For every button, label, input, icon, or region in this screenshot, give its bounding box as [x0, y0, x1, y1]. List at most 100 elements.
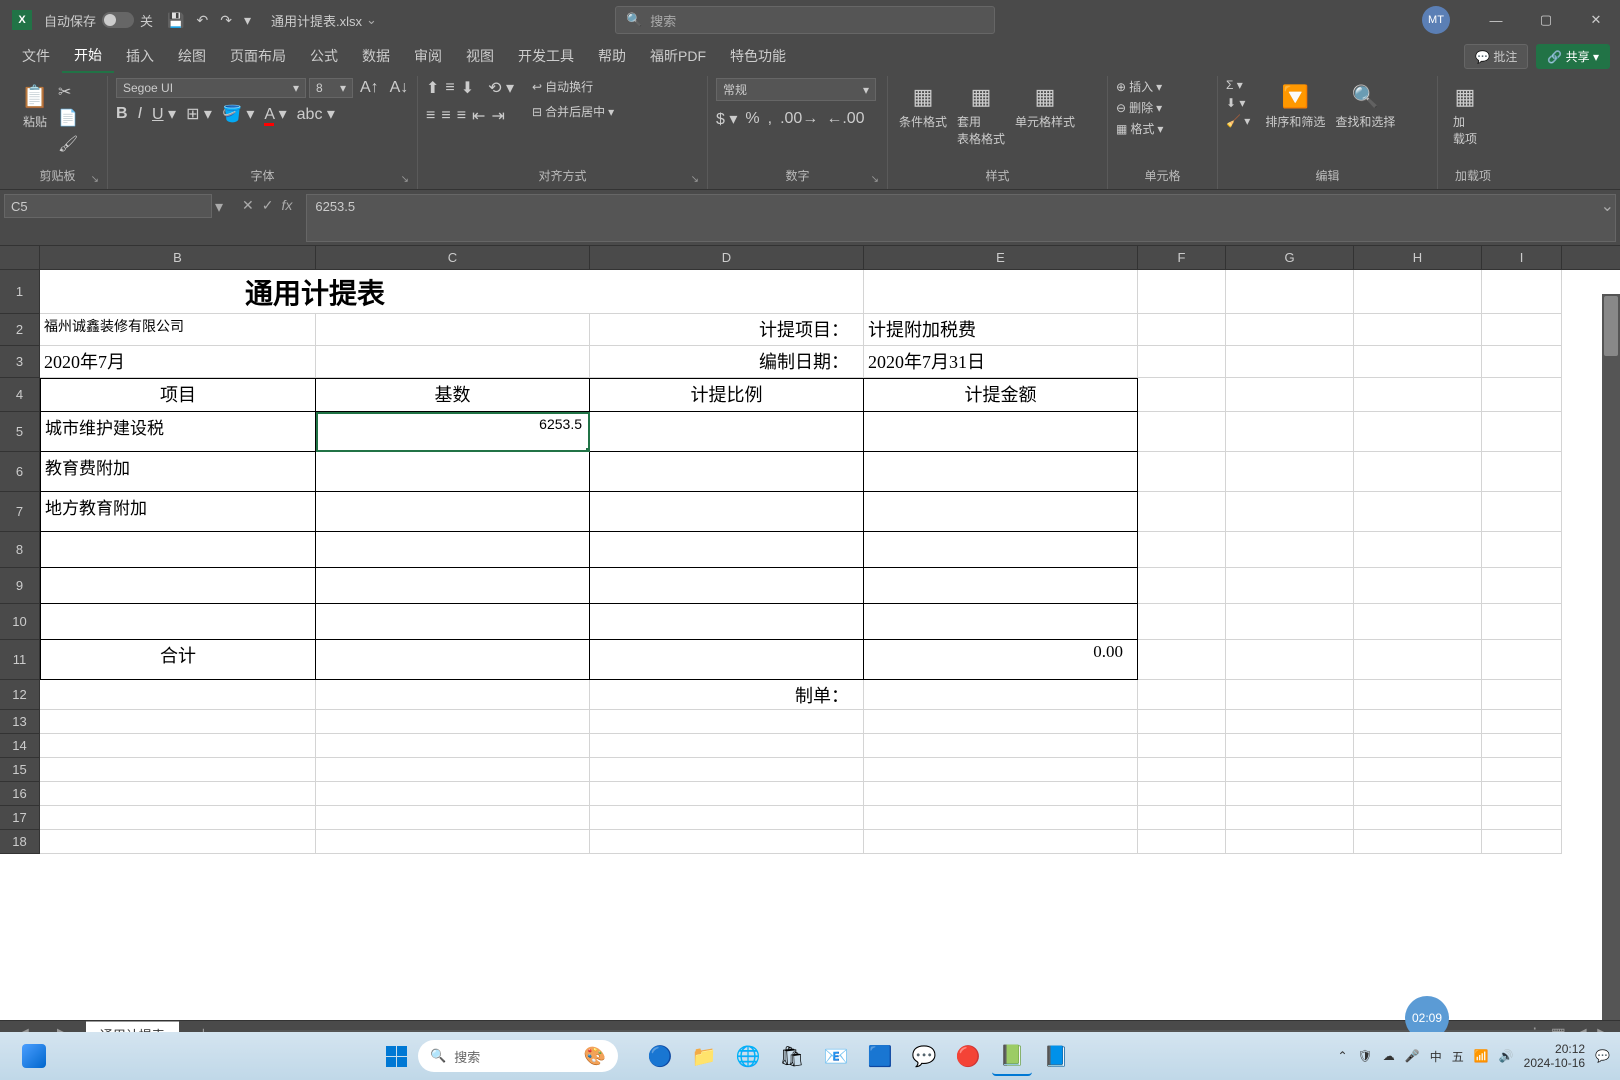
taskbar-app-store[interactable]: 🛍: [772, 1036, 812, 1076]
row-header-14[interactable]: 14: [0, 734, 40, 758]
tab-special[interactable]: 特色功能: [718, 40, 798, 72]
tray-mic-icon[interactable]: 🎤: [1405, 1049, 1420, 1063]
expand-formula-icon[interactable]: ⌄: [1601, 196, 1614, 216]
col-header-h[interactable]: H: [1354, 246, 1482, 269]
indent-inc-icon[interactable]: ⇥: [491, 106, 504, 126]
tab-insert[interactable]: 插入: [114, 40, 166, 72]
format-painter-icon[interactable]: 🖌: [58, 134, 78, 154]
font-launcher-icon[interactable]: ↘: [401, 174, 409, 185]
comments-button[interactable]: 💬 批注: [1464, 44, 1528, 69]
row-header-17[interactable]: 17: [0, 806, 40, 830]
find-select-button[interactable]: 🔍查找和选择: [1332, 78, 1398, 133]
border-icon[interactable]: ⊞ ▾: [186, 104, 212, 124]
cell-c5-selected[interactable]: 6253.5 ✚: [316, 412, 590, 452]
addins-button[interactable]: ▦加 载项: [1446, 78, 1484, 150]
underline-icon[interactable]: U ▾: [152, 104, 176, 124]
tray-shield-icon[interactable]: 🛡: [1358, 1049, 1373, 1063]
tray-clock[interactable]: 20:12 2024-10-16: [1524, 1042, 1585, 1071]
row-header-7[interactable]: 7: [0, 492, 40, 532]
accept-formula-icon[interactable]: ✓: [262, 197, 274, 214]
start-button[interactable]: [380, 1040, 412, 1072]
font-family-combo[interactable]: Segoe UI▾: [116, 78, 306, 98]
clipboard-launcher-icon[interactable]: ↘: [91, 174, 99, 185]
fx-icon[interactable]: fx: [281, 197, 292, 214]
taskbar-app-explorer[interactable]: 📁: [684, 1036, 724, 1076]
decrease-font-icon[interactable]: A↓: [386, 79, 413, 97]
row-header-5[interactable]: 5: [0, 412, 40, 452]
row-header-11[interactable]: 11: [0, 640, 40, 680]
tray-wifi-icon[interactable]: 📶: [1474, 1049, 1489, 1063]
close-button[interactable]: ✕: [1572, 0, 1620, 40]
col-header-i[interactable]: I: [1482, 246, 1562, 269]
tab-formulas[interactable]: 公式: [298, 40, 350, 72]
col-header-b[interactable]: B: [40, 246, 316, 269]
row-header-10[interactable]: 10: [0, 604, 40, 640]
cell-total-amount[interactable]: 0.00: [864, 640, 1138, 680]
cell-item-3[interactable]: 地方教育附加: [40, 492, 316, 532]
taskbar-app-copilot[interactable]: 🔵: [640, 1036, 680, 1076]
row-header-6[interactable]: 6: [0, 452, 40, 492]
tab-developer[interactable]: 开发工具: [506, 40, 586, 72]
clear-icon[interactable]: 🧹 ▾: [1226, 114, 1250, 128]
cell-total-label[interactable]: 合计: [40, 640, 316, 680]
tray-sound-icon[interactable]: 🔊: [1499, 1049, 1514, 1063]
table-format-button[interactable]: ▦套用 表格格式: [954, 78, 1008, 150]
delete-cells-button[interactable]: ⊖ 删除 ▾: [1116, 99, 1163, 116]
tray-cloud-icon[interactable]: ☁: [1383, 1049, 1395, 1063]
number-launcher-icon[interactable]: ↘: [871, 174, 879, 185]
indent-dec-icon[interactable]: ⇤: [472, 106, 485, 126]
wrap-text-button[interactable]: ↩ 自动换行: [532, 78, 614, 95]
cell-company[interactable]: 福州诚鑫装修有限公司: [40, 314, 316, 346]
taskbar-app-wechat[interactable]: 💬: [904, 1036, 944, 1076]
align-bottom-icon[interactable]: ⬇: [461, 78, 474, 98]
taskbar-app-app2[interactable]: 📘: [1036, 1036, 1076, 1076]
dec-decimal-icon[interactable]: ←.00: [826, 110, 864, 128]
formula-input[interactable]: 6253.5: [306, 194, 1616, 242]
align-top-icon[interactable]: ⬆: [426, 78, 439, 98]
taskbar-app-excel[interactable]: 📗: [992, 1036, 1032, 1076]
currency-icon[interactable]: $ ▾: [716, 109, 737, 129]
tab-home[interactable]: 开始: [62, 39, 114, 73]
filename[interactable]: 通用计提表.xlsx: [271, 11, 362, 30]
comma-icon[interactable]: ,: [768, 110, 772, 128]
taskbar-search[interactable]: 🔍 搜索 🎨: [418, 1040, 618, 1072]
cell-hdr-item[interactable]: 项目: [40, 378, 316, 412]
cell-date-label[interactable]: 编制日期：: [590, 346, 864, 378]
cell-period[interactable]: 2020年7月: [40, 346, 316, 378]
taskbar-app-app1[interactable]: 🟦: [860, 1036, 900, 1076]
cancel-formula-icon[interactable]: ✕: [242, 197, 254, 214]
increase-font-icon[interactable]: A↑: [356, 79, 383, 97]
select-all-corner[interactable]: [0, 246, 40, 269]
cell-project-label[interactable]: 计提项目：: [590, 314, 864, 346]
align-middle-icon[interactable]: ≡: [445, 79, 454, 97]
phonetic-icon[interactable]: abc ▾: [297, 104, 335, 124]
cell-hdr-amount[interactable]: 计提金额: [864, 378, 1138, 412]
minimize-button[interactable]: —: [1472, 0, 1520, 40]
name-box[interactable]: ▾: [0, 190, 230, 245]
name-box-dropdown-icon[interactable]: ▾: [212, 194, 226, 220]
col-header-d[interactable]: D: [590, 246, 864, 269]
tab-help[interactable]: 帮助: [586, 40, 638, 72]
tray-ime1[interactable]: 中: [1430, 1048, 1442, 1065]
vertical-scrollbar[interactable]: [1602, 294, 1620, 1046]
font-color-icon[interactable]: A ▾: [264, 104, 286, 124]
undo-icon[interactable]: ↶: [196, 12, 208, 29]
col-header-c[interactable]: C: [316, 246, 590, 269]
italic-icon[interactable]: I: [138, 105, 142, 123]
row-header-3[interactable]: 3: [0, 346, 40, 378]
cell-maker-label[interactable]: 制单：: [590, 680, 864, 710]
orientation-icon[interactable]: ⟲ ▾: [488, 78, 514, 98]
cell-style-button[interactable]: ▦单元格样式: [1012, 78, 1078, 133]
vscroll-thumb[interactable]: [1604, 296, 1618, 356]
col-header-e[interactable]: E: [864, 246, 1138, 269]
row-header-2[interactable]: 2: [0, 314, 40, 346]
tab-draw[interactable]: 绘图: [166, 40, 218, 72]
cell-date-value[interactable]: 2020年7月31日: [864, 346, 1138, 378]
format-cells-button[interactable]: ▦ 格式 ▾: [1116, 120, 1163, 137]
autosave-toggle[interactable]: 自动保存 关: [44, 11, 153, 30]
paste-button[interactable]: 📋粘贴: [16, 78, 54, 133]
col-header-f[interactable]: F: [1138, 246, 1226, 269]
taskbar-app-edge[interactable]: 🌐: [728, 1036, 768, 1076]
qat-dropdown-icon[interactable]: ▾: [244, 12, 251, 29]
redo-icon[interactable]: ↷: [220, 12, 232, 29]
